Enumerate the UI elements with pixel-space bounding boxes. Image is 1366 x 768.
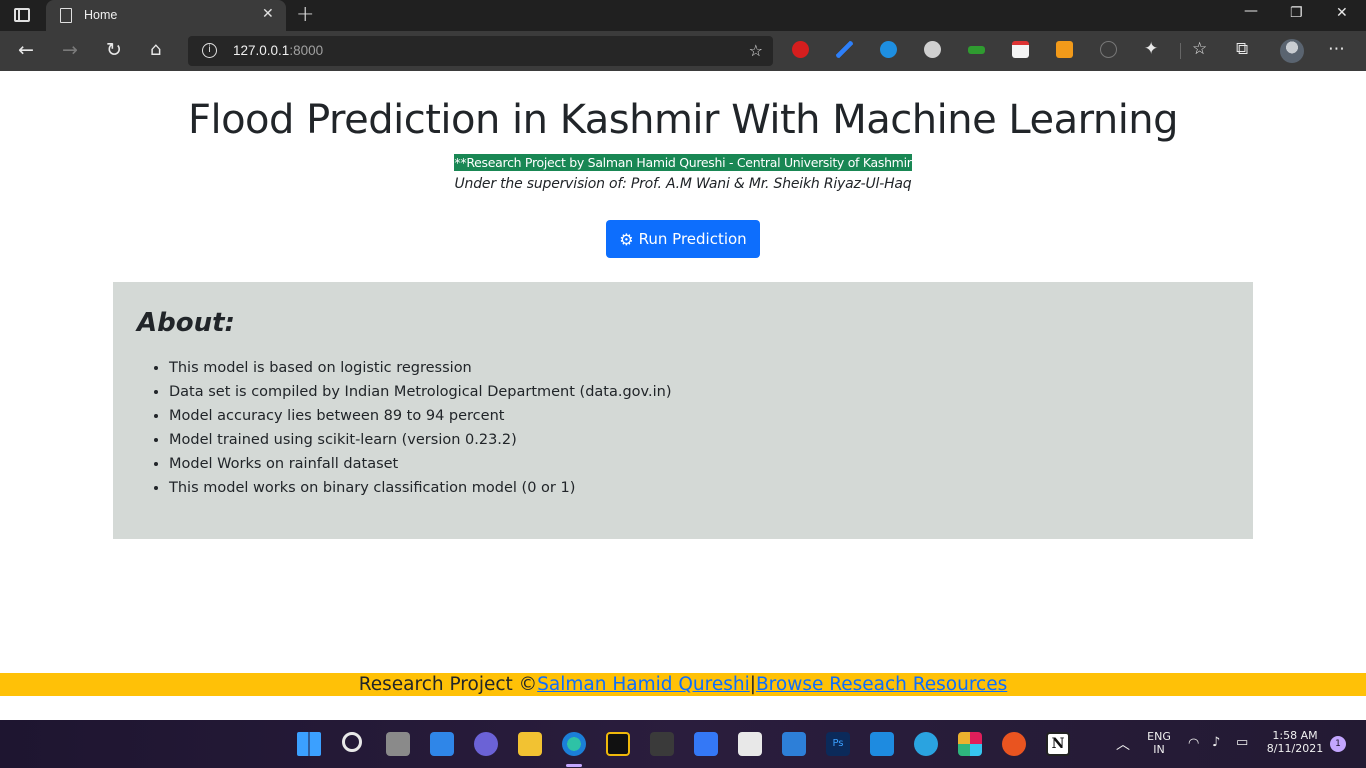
credit-wrapper: **Research Project by Salman Hamid Qures… bbox=[0, 152, 1366, 171]
edge-icon[interactable] bbox=[562, 732, 586, 756]
credit-badge: **Research Project by Salman Hamid Qures… bbox=[454, 154, 912, 171]
notification-badge[interactable]: 1 bbox=[1330, 736, 1346, 752]
author-link[interactable]: Salman Hamid Qureshi bbox=[537, 674, 750, 695]
refresh-icon[interactable]: ↻ bbox=[106, 39, 122, 61]
list-item: Data set is compiled by Indian Metrologi… bbox=[169, 382, 672, 406]
run-prediction-label: Run Prediction bbox=[638, 230, 747, 248]
favorites-icon[interactable]: ☆ bbox=[1192, 39, 1207, 59]
file-explorer-icon[interactable] bbox=[518, 732, 542, 756]
start-icon[interactable] bbox=[297, 732, 321, 756]
store-icon[interactable] bbox=[738, 732, 762, 756]
active-app-indicator bbox=[566, 764, 582, 767]
home-icon[interactable]: ⌂ bbox=[150, 39, 161, 60]
site-info-icon[interactable]: i bbox=[202, 43, 217, 58]
browser-tab-bar: Home ✕ + — ❐ ✕ bbox=[0, 0, 1366, 31]
orange-extension-icon[interactable] bbox=[1056, 41, 1073, 58]
more-options-icon[interactable]: ⋯ bbox=[1328, 39, 1345, 59]
about-list: This model is based on logistic regressi… bbox=[169, 358, 672, 502]
restore-icon[interactable]: ❐ bbox=[1290, 5, 1303, 21]
gears-icon: ⚙ bbox=[619, 229, 634, 249]
region-code: IN bbox=[1153, 743, 1165, 756]
calendar-extension-icon[interactable] bbox=[1012, 41, 1029, 58]
close-tab-icon[interactable]: ✕ bbox=[262, 6, 274, 22]
task-view-icon[interactable] bbox=[386, 732, 410, 756]
toolbar-divider bbox=[1180, 43, 1181, 59]
list-item: Model Works on rainfall dataset bbox=[169, 454, 672, 478]
about-heading: About: bbox=[137, 308, 235, 338]
vscode-icon[interactable] bbox=[870, 732, 894, 756]
collections-icon[interactable]: ⧉ bbox=[1236, 39, 1248, 59]
tab-title: Home bbox=[84, 8, 118, 22]
binance-icon[interactable] bbox=[606, 732, 630, 756]
whiteboard-icon[interactable] bbox=[694, 732, 718, 756]
run-prediction-button[interactable]: ⚙ Run Prediction bbox=[606, 220, 760, 258]
globe-extension-icon[interactable] bbox=[924, 41, 941, 58]
window-close-icon[interactable]: ✕ bbox=[1336, 5, 1348, 21]
search-icon[interactable] bbox=[342, 732, 362, 752]
add-favorite-icon[interactable]: ☆ bbox=[749, 41, 763, 60]
resources-link[interactable]: Browse Reseach Resources bbox=[756, 674, 1007, 695]
profile-avatar[interactable] bbox=[1280, 39, 1304, 63]
widgets-icon[interactable] bbox=[430, 732, 454, 756]
list-item: This model is based on logistic regressi… bbox=[169, 358, 672, 382]
new-tab-icon[interactable]: + bbox=[296, 2, 314, 27]
page-title: Flood Prediction in Kashmir With Machine… bbox=[187, 97, 1179, 143]
time-text: 1:58 AM bbox=[1272, 729, 1318, 742]
green-extension-icon[interactable] bbox=[968, 46, 985, 54]
list-item: This model works on binary classificatio… bbox=[169, 478, 672, 502]
clock-extension-icon[interactable] bbox=[1100, 41, 1117, 58]
taskbar: Ps N ︿ ENG IN ◠ ♪ ▭ 1:58 AM 8/11/2021 bbox=[0, 720, 1366, 768]
photoshop-icon[interactable]: Ps bbox=[826, 732, 850, 756]
web-page: Flood Prediction in Kashmir With Machine… bbox=[0, 71, 1366, 720]
tab-actions-icon[interactable] bbox=[14, 8, 30, 22]
footer-prefix: Research Project © bbox=[358, 674, 538, 695]
address-bar[interactable]: i 127.0.0.1:8000 ☆ bbox=[188, 36, 773, 66]
minimize-icon[interactable]: — bbox=[1244, 3, 1258, 19]
language-code: ENG bbox=[1147, 730, 1171, 743]
list-item: Model trained using scikit-learn (versio… bbox=[169, 430, 672, 454]
sync-extension-icon[interactable] bbox=[880, 41, 897, 58]
url-text[interactable]: 127.0.0.1:8000 bbox=[233, 43, 323, 58]
wifi-icon[interactable]: ◠ bbox=[1188, 736, 1199, 751]
list-item: Model accuracy lies between 89 to 94 per… bbox=[169, 406, 672, 430]
mail-icon[interactable] bbox=[782, 732, 806, 756]
browser-tab-home[interactable]: Home ✕ bbox=[46, 0, 286, 31]
language-indicator[interactable]: ENG IN bbox=[1144, 730, 1174, 756]
adblock-extension-icon[interactable] bbox=[792, 41, 809, 58]
chat-icon[interactable] bbox=[474, 732, 498, 756]
slack-icon[interactable] bbox=[958, 732, 982, 756]
page-icon bbox=[60, 8, 72, 23]
back-icon[interactable]: ← bbox=[18, 39, 34, 61]
date-text: 8/11/2021 bbox=[1266, 742, 1324, 755]
footer: Research Project ©Salman Hamid Qureshi|B… bbox=[0, 673, 1366, 696]
ubuntu-icon[interactable] bbox=[1002, 732, 1026, 756]
supervision-text: Under the supervision of: Prof. A.M Wani… bbox=[454, 176, 912, 192]
notion-icon[interactable]: N bbox=[1046, 732, 1070, 756]
forward-icon[interactable]: → bbox=[62, 39, 78, 61]
volume-icon[interactable]: ♪ bbox=[1212, 735, 1220, 750]
show-hidden-icons-icon[interactable]: ︿ bbox=[1116, 734, 1130, 754]
about-section: About: This model is based on logistic r… bbox=[113, 282, 1253, 539]
pen-extension-icon[interactable] bbox=[836, 41, 853, 58]
clock[interactable]: 1:58 AM 8/11/2021 bbox=[1264, 729, 1326, 755]
browser-toolbar: ← → ↻ ⌂ i 127.0.0.1:8000 ☆ ✦ ☆ ⧉ ⋯ bbox=[0, 31, 1366, 71]
telegram-icon[interactable] bbox=[914, 732, 938, 756]
battery-icon[interactable]: ▭ bbox=[1236, 735, 1248, 750]
terminal-icon[interactable] bbox=[650, 732, 674, 756]
extensions-icon[interactable]: ✦ bbox=[1144, 39, 1158, 59]
